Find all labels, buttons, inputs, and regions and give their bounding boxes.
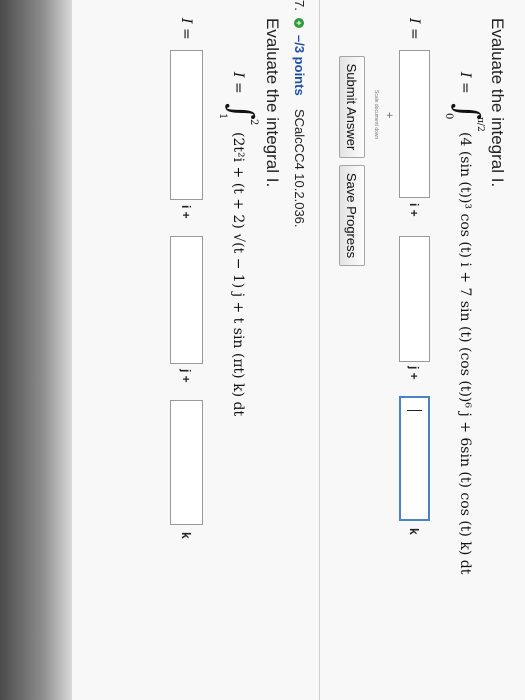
problem2-answer-label: I = — [178, 18, 194, 40]
webassign-page: Evaluate the integral I. I = ∫ π/2 0 (4 … — [0, 0, 525, 700]
crosshair-icon: + — [383, 112, 395, 119]
problem2-integrand: (2t²i + (t + 2) √(t − 1) j + t sin (πt) … — [230, 132, 246, 417]
problem1-j-label: j + — [407, 366, 421, 380]
problem2-lower-limit: 1 — [217, 113, 228, 120]
problem2-integral-lhs: I = — [230, 72, 246, 94]
problem1-heading: Evaluate the integral I. — [488, 18, 507, 188]
problem2-upper-limit: 2 — [248, 119, 259, 126]
problem2-j-label: j + — [179, 369, 193, 383]
problem1-upper-limit: π/2 — [475, 117, 485, 132]
problem1-integrand: (4 (sin (t))³ cos (t) i + 7 sin (t) (cos… — [457, 132, 473, 575]
problem-divider — [319, 0, 320, 700]
save-progress-button[interactable]: Save Progress — [339, 165, 365, 266]
problem1-integral-lhs: I = — [457, 72, 473, 94]
background-edge — [0, 0, 72, 700]
answer-k-field-2[interactable] — [170, 400, 203, 525]
answer-i-field-2[interactable] — [170, 50, 203, 200]
problem2-heading: Evaluate the integral I. — [263, 18, 282, 188]
answer-i-field-1[interactable] — [399, 50, 430, 198]
problem2-number: 7. — [292, 0, 307, 11]
integral-sign-2: ∫ — [223, 103, 261, 120]
plus-circle-icon: + — [294, 18, 304, 28]
problem2-code: SCalcCC4 10.2.036. — [292, 109, 307, 228]
problem2-k-label: k — [179, 532, 193, 539]
problem1-i-label: i + — [407, 203, 421, 217]
answer-j-field-2[interactable] — [170, 236, 203, 364]
problem1-lower-limit: 0 — [443, 113, 454, 120]
problem2-points: –/3 points — [292, 35, 307, 96]
scale-document-hint: Scale document down — [373, 90, 379, 140]
problem2-i-label: i + — [179, 205, 193, 219]
submit-answer-button[interactable]: Submit Answer — [339, 56, 365, 158]
answer-j-field-1[interactable] — [399, 236, 430, 362]
text-caret — [407, 410, 422, 411]
problem1-k-label: k — [407, 528, 421, 535]
problem1-answer-label: I = — [406, 18, 422, 40]
answer-k-field-1[interactable] — [399, 396, 430, 521]
screen: Evaluate the integral I. I = ∫ π/2 0 (4 … — [0, 0, 525, 700]
